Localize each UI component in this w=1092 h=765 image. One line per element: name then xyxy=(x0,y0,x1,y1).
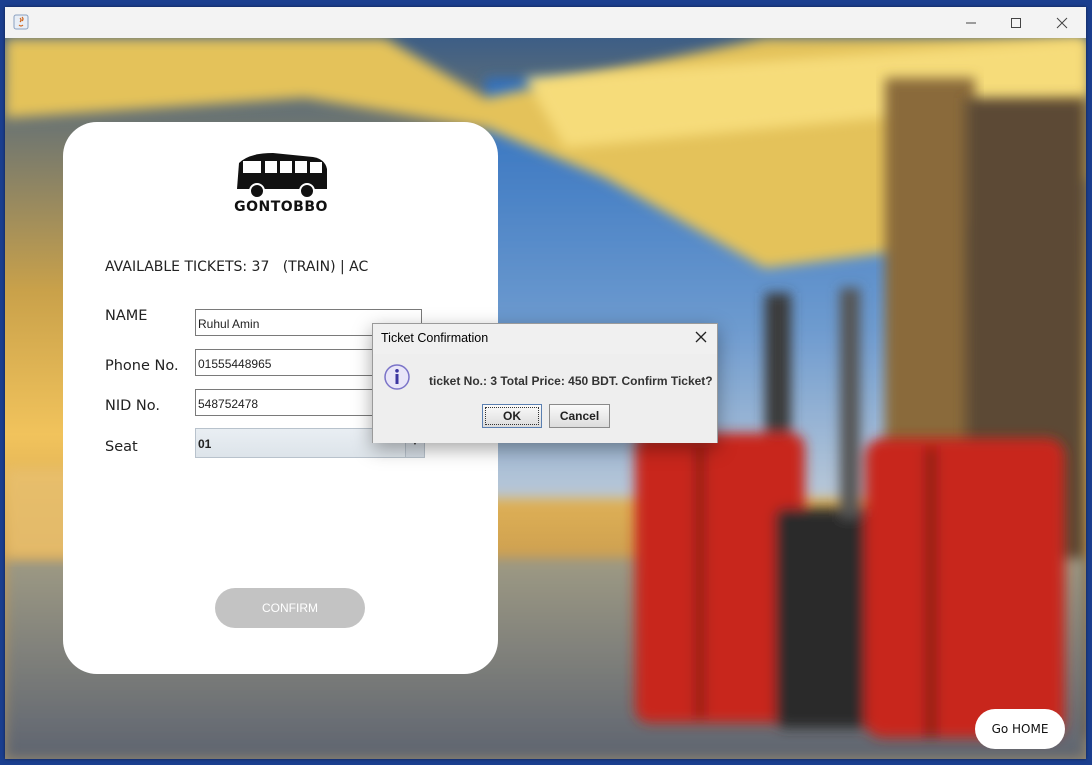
bus-icon xyxy=(237,153,327,199)
dialog-message: ticket No.: 3 Total Price: 450 BDT. Conf… xyxy=(429,374,713,388)
confirm-button[interactable]: CONFIRM xyxy=(215,588,365,628)
title-bar[interactable] xyxy=(5,7,1086,38)
ok-button[interactable]: OK xyxy=(482,404,542,428)
seat-select-value: 01 xyxy=(198,437,212,451)
dialog-body: ticket No.: 3 Total Price: 450 BDT. Conf… xyxy=(373,354,717,443)
dialog-title: Ticket Confirmation xyxy=(381,331,489,345)
seat-label: Seat xyxy=(105,439,138,455)
java-app-icon xyxy=(13,14,29,30)
cancel-button[interactable]: Cancel xyxy=(549,404,610,428)
name-label: NAME xyxy=(105,308,148,324)
close-window-button[interactable] xyxy=(1039,7,1085,38)
nid-label: NID No. xyxy=(105,398,160,414)
go-home-button[interactable]: Go HOME xyxy=(975,709,1065,749)
maximize-icon xyxy=(1011,17,1021,28)
ticket-confirmation-dialog: Ticket Confirmation ticket No.: 3 Total … xyxy=(372,323,718,443)
minimize-icon xyxy=(966,22,976,23)
phone-label: Phone No. xyxy=(105,358,179,374)
close-icon xyxy=(695,331,707,343)
available-tickets-text: AVAILABLE TICKETS: 37 (TRAIN) | AC xyxy=(105,259,369,275)
dialog-close-button[interactable] xyxy=(691,327,711,347)
minimize-button[interactable] xyxy=(948,7,994,38)
logo-text: GONTOBBO xyxy=(234,199,328,215)
brand-logo: GONTOBBO xyxy=(229,147,333,219)
close-icon xyxy=(1056,17,1068,28)
maximize-button[interactable] xyxy=(993,7,1039,38)
info-icon xyxy=(384,364,410,390)
